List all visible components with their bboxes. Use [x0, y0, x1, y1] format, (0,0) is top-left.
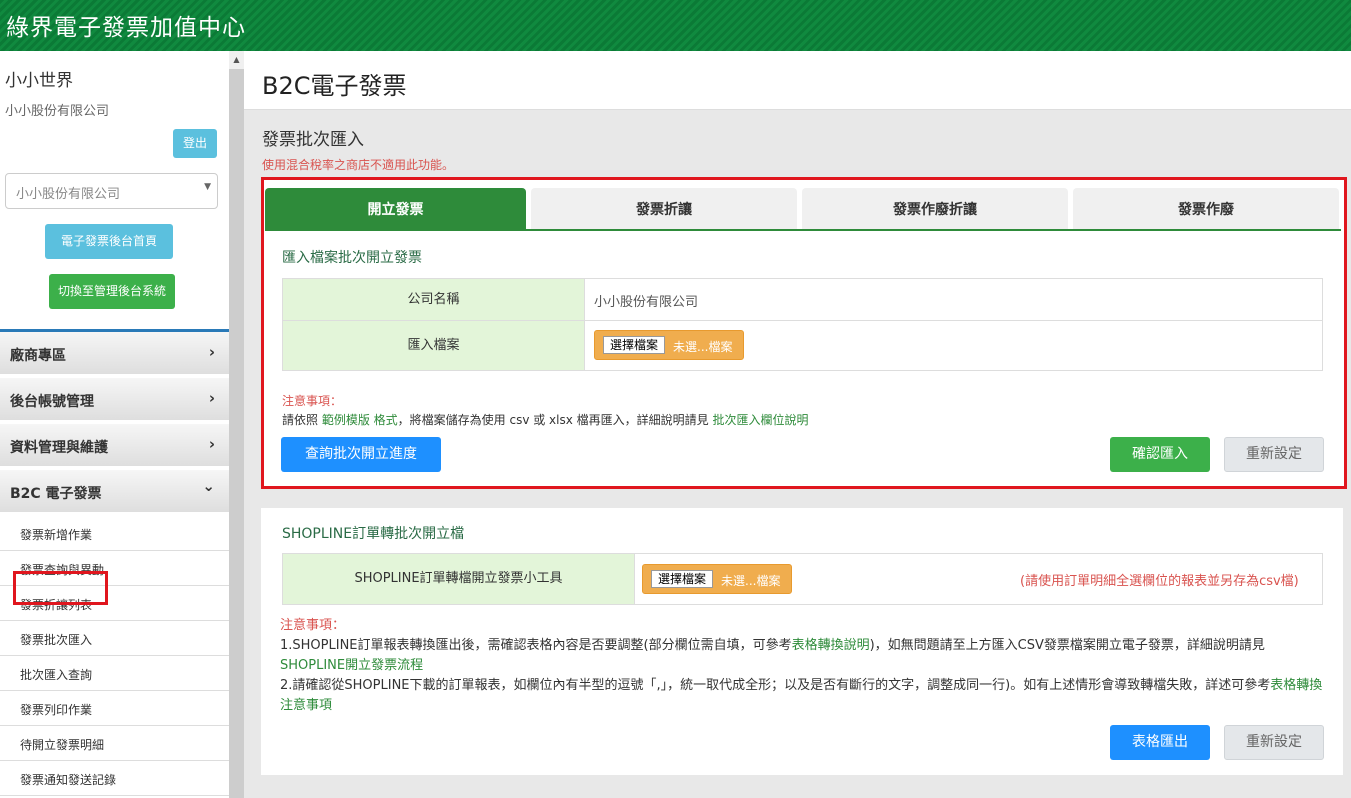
- app-topbar: 綠界電子發票加值中心: [0, 0, 1351, 51]
- company-select-value: 小小股份有限公司: [16, 187, 121, 202]
- nav-item-label: B2C 電子發票: [10, 486, 102, 502]
- company-name-value: 小小股份有限公司: [594, 295, 699, 310]
- shopline-notice-2: 2.請確認從SHOPLINE下載的訂單報表，如欄位內有半型的逗號「,」，統一取代…: [280, 676, 1330, 716]
- subnav-batch-import[interactable]: 發票批次匯入: [0, 621, 229, 656]
- chevron-right-icon: ›: [208, 389, 215, 407]
- file-none-text: 未選...檔案: [721, 574, 781, 588]
- notice-prefix: 請依照: [282, 413, 322, 427]
- shopline-notice-title: 注意事項：: [280, 618, 346, 633]
- switch-admin-button[interactable]: 切換至管理後台系統: [49, 274, 175, 309]
- mixed-tax-warning: 使用混合稅率之商店不適用此功能。: [262, 158, 455, 172]
- nav-item-accounts[interactable]: 後台帳號管理 ›: [0, 378, 229, 422]
- query-progress-button[interactable]: 查詢批次開立進度: [281, 437, 441, 472]
- nav-item-vendor[interactable]: 廠商專區 ›: [0, 332, 229, 376]
- subnav-print[interactable]: 發票列印作業: [0, 691, 229, 726]
- page-title: B2C電子發票: [262, 72, 407, 100]
- import-file-input[interactable]: 選擇檔案 未選...檔案: [594, 330, 744, 360]
- shopline-form-table: SHOPLINE訂單轉檔開立發票小工具 選擇檔案 未選...檔案 (請使用訂單明…: [282, 553, 1323, 605]
- notice-title: 注意事項：: [282, 394, 343, 408]
- form-row-file: 匯入檔案 選擇檔案 未選...檔案: [283, 321, 1322, 370]
- shopline-flow-link[interactable]: SHOPLINE開立發票流程: [280, 658, 423, 673]
- nav-item-b2c[interactable]: B2C 電子發票 ⌄: [0, 470, 229, 514]
- confirm-import-button[interactable]: 確認匯入: [1110, 437, 1210, 472]
- shopline-title: SHOPLINE訂單轉批次開立檔: [282, 526, 465, 542]
- tab-issue-invoice[interactable]: 開立發票: [265, 188, 526, 231]
- user-name: 小小世界: [5, 71, 73, 91]
- company-name-label: 公司名稱: [283, 279, 585, 320]
- import-subtitle: 匯入檔案批次開立發票: [282, 250, 422, 266]
- table-convert-link[interactable]: 表格轉換說明: [792, 638, 870, 653]
- reset-button[interactable]: 重新設定: [1224, 437, 1324, 472]
- invoice-home-button[interactable]: 電子發票後台首頁: [45, 224, 173, 259]
- subnav-batch-query[interactable]: 批次匯入查詢: [0, 656, 229, 691]
- notice1-text-a: 1.SHOPLINE訂單報表轉換匯出後，需確認表格內容是否要調整(部分欄位需自填…: [280, 638, 792, 653]
- subnav-invoice-create[interactable]: 發票新增作業: [0, 516, 229, 551]
- sample-template-link[interactable]: 範例模版 格式: [322, 413, 398, 427]
- chevron-right-icon: ›: [208, 343, 215, 361]
- notice2-text-a: 2.請確認從SHOPLINE下載的訂單報表，如欄位內有半型的逗號「,」，統一取代…: [280, 678, 1271, 693]
- section-title: 發票批次匯入: [262, 130, 364, 150]
- nav-item-data[interactable]: 資料管理與維護 ›: [0, 424, 229, 468]
- logout-button[interactable]: 登出: [173, 129, 217, 158]
- import-file-label: 匯入檔案: [283, 321, 585, 370]
- table-export-button[interactable]: 表格匯出: [1110, 725, 1210, 760]
- app-title: 綠界電子發票加值中心: [6, 15, 246, 41]
- sidebar: 小小世界 小小股份有限公司 登出 小小股份有限公司 ▼ 電子發票後台首頁 切換至…: [0, 51, 244, 798]
- notice-middle: ，將檔案儲存為使用 csv 或 xlsx 檔再匯入，詳細說明請見: [397, 413, 713, 427]
- nav-item-label: 資料管理與維護: [10, 440, 108, 456]
- nav-item-label: 廠商專區: [10, 348, 66, 364]
- nav-item-label: 後台帳號管理: [10, 394, 94, 410]
- tab-void-invoice[interactable]: 發票作廢: [1073, 188, 1339, 231]
- user-company: 小小股份有限公司: [5, 104, 110, 119]
- caret-down-icon: ▼: [204, 182, 211, 192]
- subnav-notify-log[interactable]: 發票通知發送記錄: [0, 761, 229, 796]
- subnav-pending[interactable]: 待開立發票明細: [0, 726, 229, 761]
- company-select[interactable]: 小小股份有限公司 ▼: [5, 173, 218, 209]
- tab-underline: [265, 229, 1341, 231]
- file-none-text: 未選...檔案: [673, 340, 733, 354]
- shopline-file-input[interactable]: 選擇檔案 未選...檔案: [642, 564, 792, 594]
- shopline-reset-button[interactable]: 重新設定: [1224, 725, 1324, 760]
- field-spec-link[interactable]: 批次匯入欄位說明: [712, 413, 808, 427]
- chevron-right-icon: ›: [208, 435, 215, 453]
- import-form-table: 公司名稱 小小股份有限公司 匯入檔案 選擇檔案 未選...檔案: [282, 278, 1323, 371]
- notice1-text-b: )，如無問題請至上方匯入CSV發票檔案開立電子發票，詳細說明請見: [869, 638, 1265, 653]
- shopline-hint: (請使用訂單明細全選欄位的報表並另存為csv檔): [1020, 574, 1299, 589]
- tab-allowance[interactable]: 發票折讓: [531, 188, 797, 231]
- sidebar-scrollbar[interactable]: [229, 51, 244, 798]
- shopline-tool-label: SHOPLINE訂單轉檔開立發票小工具: [283, 554, 635, 604]
- chevron-down-icon: ⌄: [202, 477, 215, 495]
- notice-text: 請依照 範例模版 格式，將檔案儲存為使用 csv 或 xlsx 檔再匯入，詳細說…: [282, 411, 809, 428]
- choose-file-button[interactable]: 選擇檔案: [651, 570, 714, 588]
- scroll-up-arrow-icon[interactable]: ▲: [229, 51, 244, 69]
- active-item-highlight: [13, 571, 108, 605]
- choose-file-button[interactable]: 選擇檔案: [603, 336, 666, 354]
- tab-void-allowance[interactable]: 發票作廢折讓: [802, 188, 1068, 231]
- form-row-company: 公司名稱 小小股份有限公司: [283, 279, 1322, 321]
- shopline-notice-1: 1.SHOPLINE訂單報表轉換匯出後，需確認表格內容是否要調整(部分欄位需自填…: [280, 636, 1330, 676]
- shopline-notice: 注意事項： 1.SHOPLINE訂單報表轉換匯出後，需確認表格內容是否要調整(部…: [280, 616, 1330, 716]
- page-header: B2C電子發票: [244, 51, 1351, 110]
